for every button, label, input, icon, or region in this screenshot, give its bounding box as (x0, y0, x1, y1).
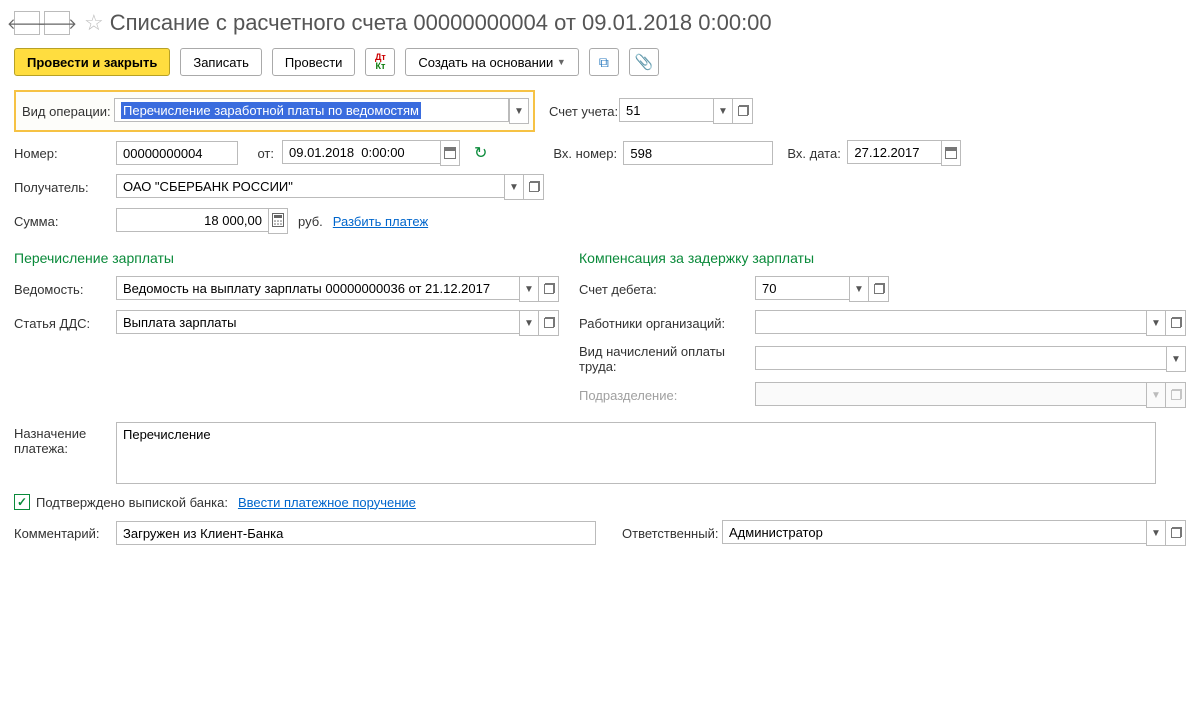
department-input (755, 382, 1146, 406)
debit-account-open-button[interactable] (869, 276, 889, 302)
number-label: Номер: (14, 146, 116, 161)
vedomost-open-button[interactable] (539, 276, 559, 302)
date-input[interactable] (282, 140, 440, 164)
vedomost-dropdown-button[interactable]: ▼ (519, 276, 539, 302)
dtkt-icon: ДтКт (375, 53, 386, 71)
open-icon (544, 318, 554, 328)
account-input[interactable] (619, 98, 713, 122)
structure-icon: ⧉ (599, 54, 609, 71)
open-icon (544, 284, 554, 294)
accrual-type-input[interactable] (755, 346, 1166, 370)
responsible-dropdown-button[interactable]: ▼ (1146, 520, 1166, 546)
bank-sync-icon[interactable]: ↻ (474, 143, 487, 163)
operation-type-group: Вид операции: Перечисление заработной пл… (14, 90, 535, 132)
operation-type-dropdown-button[interactable]: ▼ (509, 98, 529, 124)
responsible-label: Ответственный: (622, 526, 722, 541)
dds-label: Статья ДДС: (14, 316, 116, 331)
responsible-input[interactable] (722, 520, 1146, 544)
amount-input[interactable] (116, 208, 268, 232)
open-icon (1171, 528, 1181, 538)
org-employees-open-button[interactable] (1166, 310, 1186, 336)
calendar-icon (444, 147, 456, 159)
post-and-close-button[interactable]: Провести и закрыть (14, 48, 170, 76)
in-number-label: Вх. номер: (553, 146, 623, 161)
debit-account-dropdown-button[interactable]: ▼ (849, 276, 869, 302)
org-employees-label: Работники организаций: (579, 316, 755, 331)
recipient-input[interactable] (116, 174, 504, 198)
in-date-input[interactable] (847, 140, 941, 164)
open-icon (874, 284, 884, 294)
account-dropdown-button[interactable]: ▼ (713, 98, 733, 124)
debit-account-label: Счет дебета: (579, 282, 755, 297)
debit-account-input[interactable] (755, 276, 849, 300)
dds-open-button[interactable] (539, 310, 559, 336)
salary-section-title: Перечисление зарплаты (14, 250, 559, 266)
calendar-icon (945, 147, 957, 159)
dds-dropdown-button[interactable]: ▼ (519, 310, 539, 336)
in-date-calendar-button[interactable] (941, 140, 961, 166)
recipient-label: Получатель: (14, 180, 116, 195)
amount-label: Сумма: (14, 214, 116, 229)
amount-calc-button[interactable] (268, 208, 288, 234)
currency-label: руб. (298, 214, 323, 229)
calculator-icon (272, 213, 284, 230)
toolbar: Провести и закрыть Записать Провести ДтК… (14, 48, 1186, 76)
accrual-type-label: Вид начислений оплаты труда: (579, 344, 755, 374)
operation-type-label: Вид операции: (22, 104, 114, 119)
comment-label: Комментарий: (14, 526, 116, 541)
open-icon (529, 182, 539, 192)
account-open-button[interactable] (733, 98, 753, 124)
paperclip-icon: 📎 (635, 53, 654, 71)
open-icon (738, 106, 748, 116)
chevron-down-icon: ▼ (557, 57, 566, 67)
org-employees-dropdown-button[interactable]: ▼ (1146, 310, 1166, 336)
dds-input[interactable] (116, 310, 519, 334)
open-icon (1171, 390, 1181, 400)
save-button[interactable]: Записать (180, 48, 262, 76)
recipient-dropdown-button[interactable]: ▼ (504, 174, 524, 200)
compensation-section-title: Компенсация за задержку зарплаты (579, 250, 1186, 266)
in-date-label: Вх. дата: (787, 146, 847, 161)
department-open-button (1166, 382, 1186, 408)
forward-button[interactable]: 🡒 (44, 11, 70, 35)
favorite-star-icon[interactable]: ☆ (84, 10, 104, 36)
from-label: от: (244, 146, 282, 161)
post-button[interactable]: Провести (272, 48, 356, 76)
department-label: Подразделение: (579, 388, 755, 403)
open-icon (1171, 318, 1181, 328)
operation-type-input[interactable]: Перечисление заработной платы по ведомос… (114, 98, 509, 122)
comment-input[interactable] (116, 521, 596, 545)
attachments-button[interactable]: 📎 (629, 48, 659, 76)
dtkt-button[interactable]: ДтКт (365, 48, 395, 76)
account-label: Счет учета: (549, 104, 619, 119)
number-input[interactable] (116, 141, 238, 165)
vedomost-label: Ведомость: (14, 282, 116, 297)
confirmed-checkbox[interactable]: ✓ (14, 494, 30, 510)
purpose-textarea[interactable] (116, 422, 1156, 484)
department-dropdown-button: ▼ (1146, 382, 1166, 408)
date-calendar-button[interactable] (440, 140, 460, 166)
vedomost-input[interactable] (116, 276, 519, 300)
purpose-label: Назначение платежа: (14, 422, 116, 456)
responsible-open-button[interactable] (1166, 520, 1186, 546)
structure-button[interactable]: ⧉ (589, 48, 619, 76)
recipient-open-button[interactable] (524, 174, 544, 200)
page-title: Списание с расчетного счета 00000000004 … (110, 10, 772, 36)
accrual-type-dropdown-button[interactable]: ▼ (1166, 346, 1186, 372)
org-employees-input[interactable] (755, 310, 1146, 334)
in-number-input[interactable] (623, 141, 773, 165)
confirmed-label: Подтверждено выпиской банка: (36, 495, 228, 510)
enter-payment-order-link[interactable]: Ввести платежное поручение (238, 495, 416, 510)
create-based-on-button[interactable]: Создать на основании ▼ (405, 48, 578, 76)
split-payment-link[interactable]: Разбить платеж (333, 214, 428, 229)
